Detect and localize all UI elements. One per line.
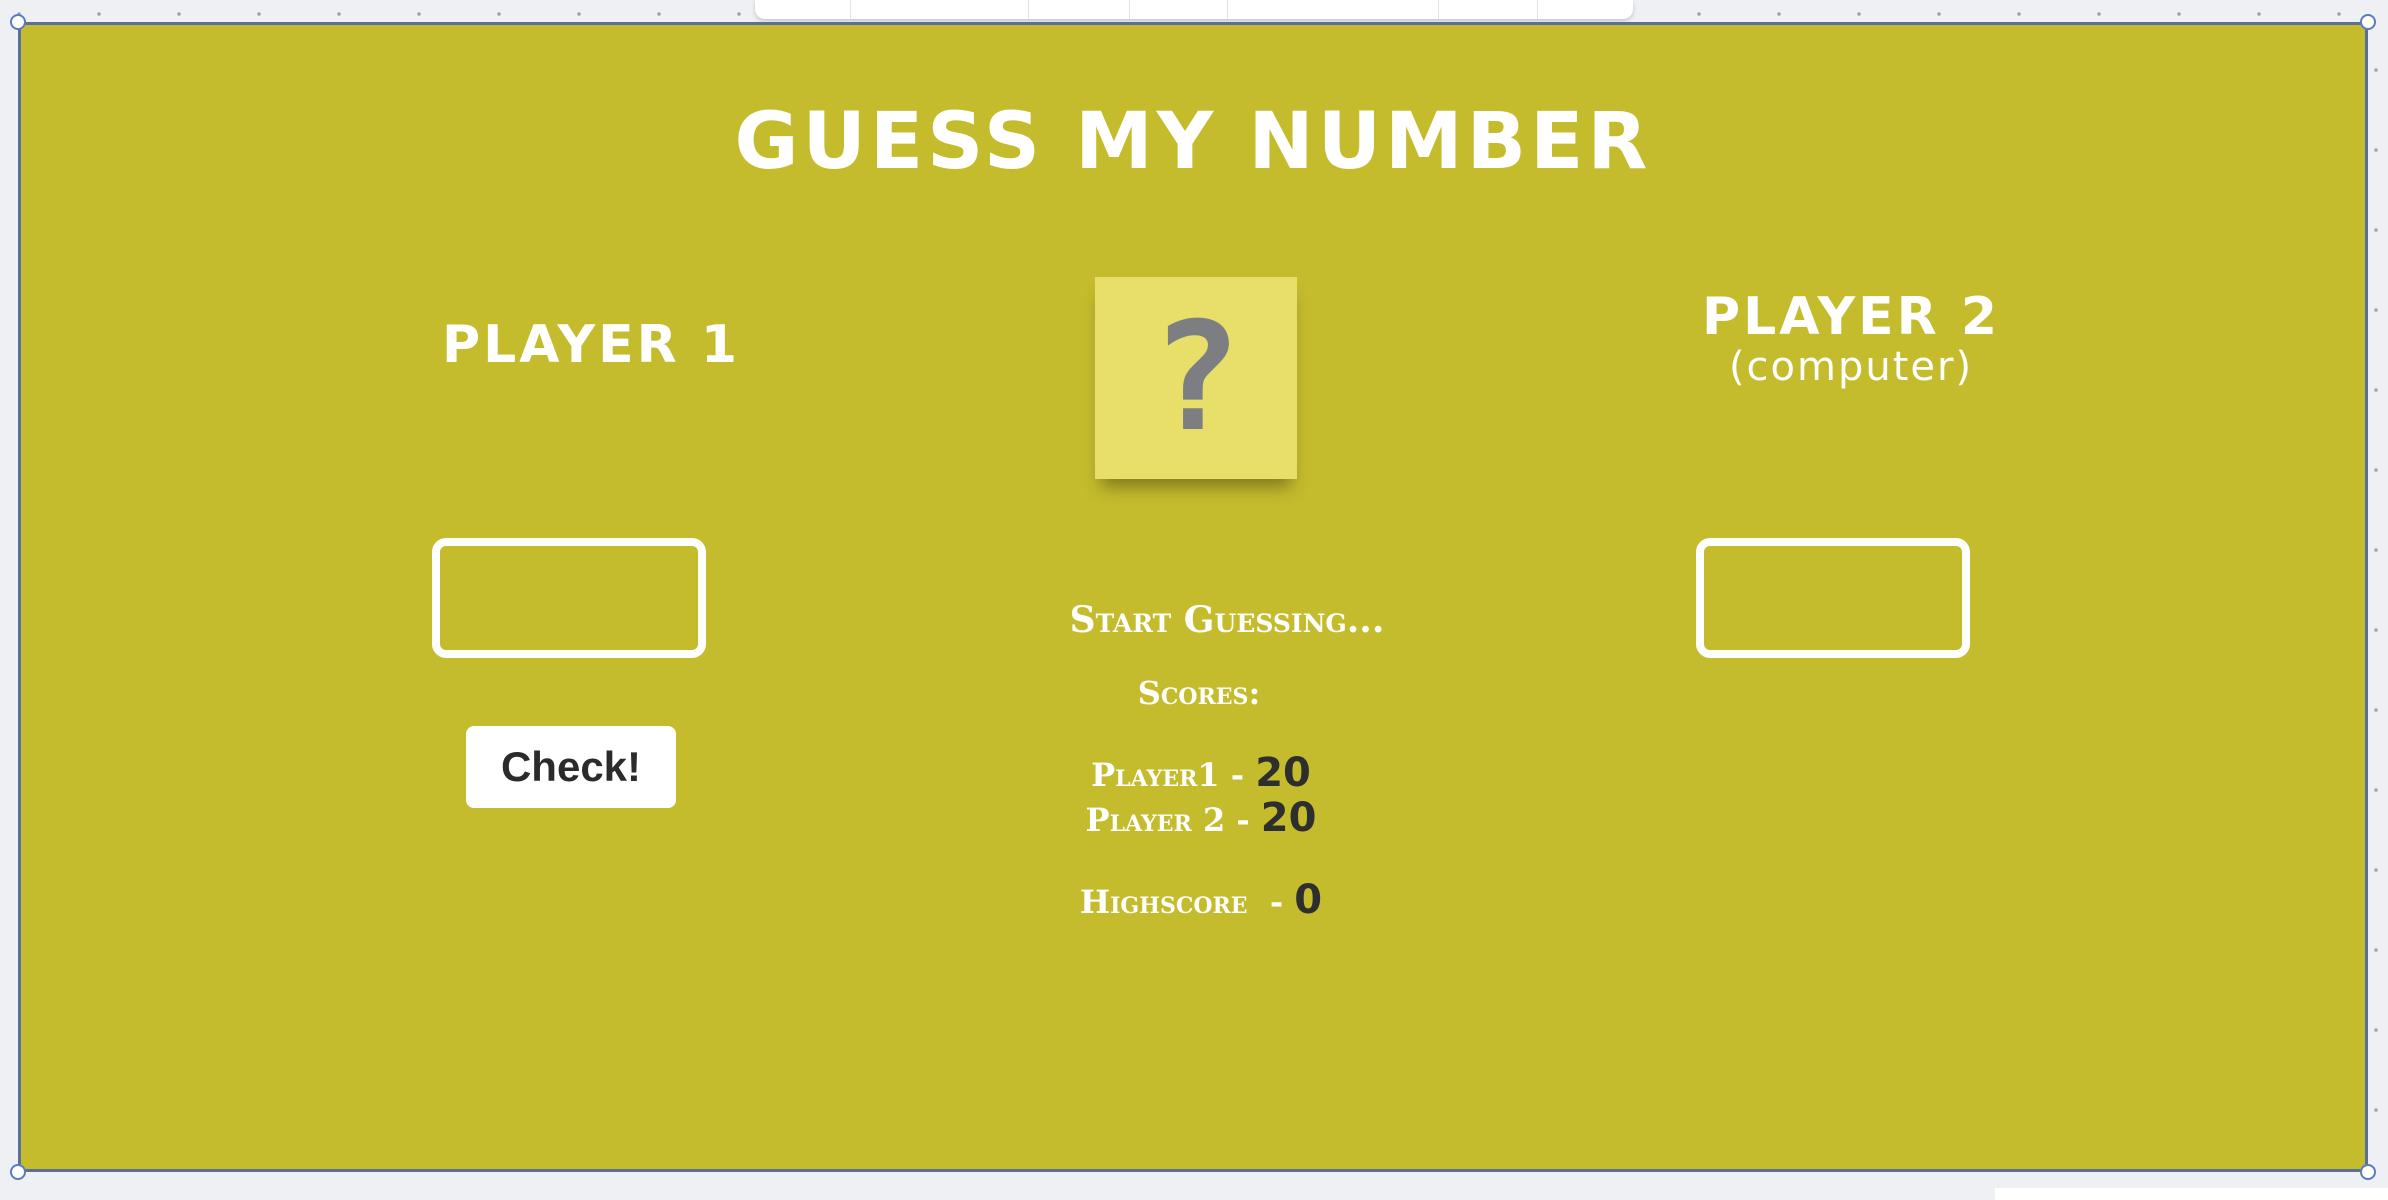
status-message: Start Guessing...	[1069, 599, 1385, 641]
resize-handle-bottom-left[interactable]	[10, 1164, 26, 1180]
resize-handle-bottom-right[interactable]	[2360, 1164, 2376, 1180]
toolbar-segment[interactable]	[1228, 0, 1440, 19]
player2-guess-display	[1696, 538, 1970, 658]
check-button[interactable]: Check!	[466, 726, 676, 808]
question-mark-icon: ?	[1150, 291, 1242, 465]
player2-score: Player 2 - 20	[901, 798, 1501, 838]
resize-handle-top-right[interactable]	[2360, 14, 2376, 30]
toolbar-segment[interactable]	[755, 0, 851, 19]
resize-handle-top-left[interactable]	[10, 14, 26, 30]
player1-heading: PLAYER 1	[441, 315, 740, 375]
editor-top-toolbar[interactable]	[755, 0, 1633, 19]
editor-bottom-panel	[1995, 1188, 2388, 1200]
highscore: Highscore - 0	[901, 880, 1501, 920]
player1-score: Player1 - 20	[901, 753, 1501, 793]
highscore-label: Highscore -	[1079, 883, 1295, 921]
game-frame[interactable]: GUESS MY NUMBER PLAYER 1 PLAYER 2 (compu…	[18, 22, 2368, 1172]
secret-number-box: ?	[1095, 277, 1297, 479]
player2-score-value: 20	[1260, 795, 1317, 841]
toolbar-segment[interactable]	[1439, 0, 1539, 19]
highscore-value: 0	[1294, 877, 1323, 923]
toolbar-segment[interactable]	[1538, 0, 1633, 19]
player2-score-label: Player 2 -	[1085, 801, 1261, 839]
player1-score-value: 20	[1255, 750, 1311, 796]
toolbar-segment[interactable]	[851, 0, 1030, 19]
player2-heading: PLAYER 2	[1701, 287, 2000, 347]
player1-score-label: Player1 -	[1091, 756, 1256, 794]
game-title: GUESS MY NUMBER	[734, 97, 1652, 187]
canvas-dot-grid-right	[2373, 0, 2379, 1200]
toolbar-segment[interactable]	[1029, 0, 1131, 19]
player2-heading-block: PLAYER 2 (computer)	[1591, 291, 2111, 387]
scores-label: Scores:	[1137, 674, 1261, 712]
toolbar-segment[interactable]	[1130, 0, 1228, 19]
player1-guess-input[interactable]	[432, 538, 706, 658]
player2-subheading: (computer)	[1728, 344, 1974, 390]
